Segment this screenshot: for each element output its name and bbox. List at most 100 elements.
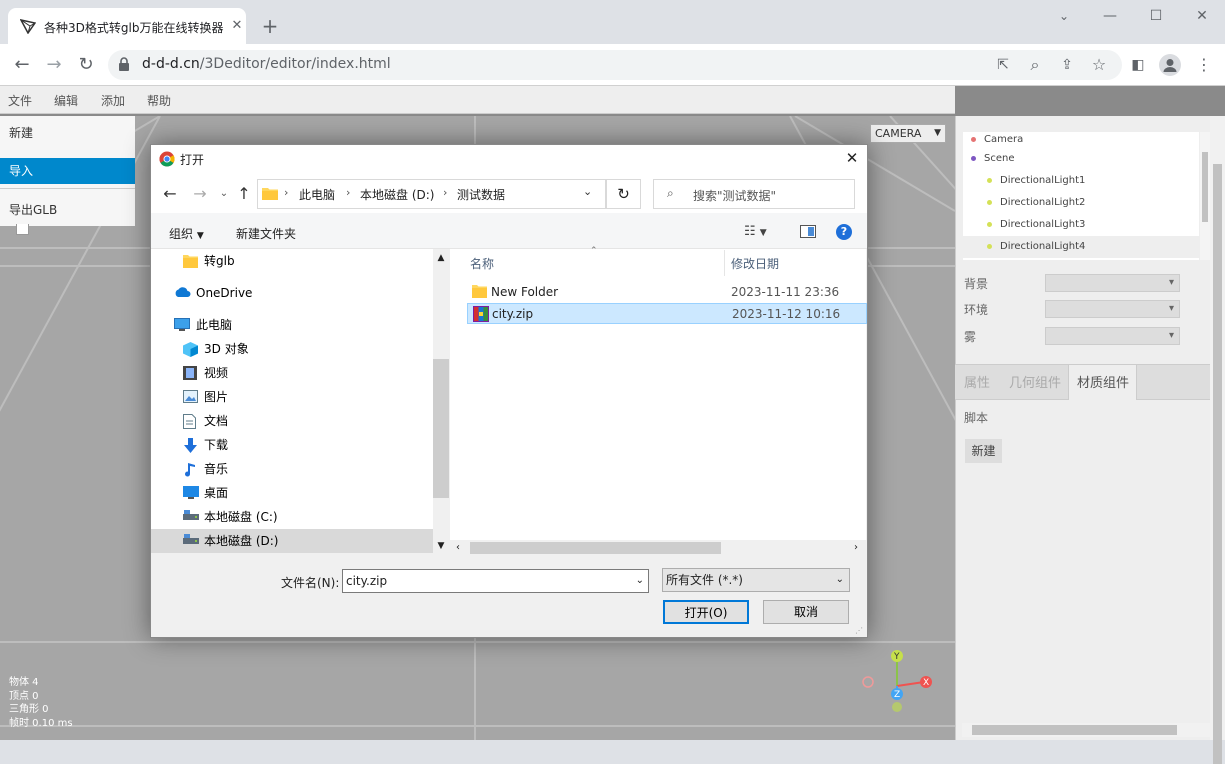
- axis-gizmo-icon[interactable]: Y X Z: [860, 646, 940, 716]
- stat-vertices: 顶点 0: [9, 690, 39, 702]
- file-row[interactable]: city.zip 2023-11-12 10:16: [467, 303, 867, 324]
- dlg-up-icon[interactable]: ↑: [232, 182, 256, 206]
- background-select[interactable]: ▾: [1045, 274, 1180, 292]
- dlg-back-icon[interactable]: ←: [158, 182, 182, 206]
- filename-input[interactable]: city.zip ⌄: [342, 569, 649, 593]
- new-script-button[interactable]: 新建: [965, 439, 1002, 463]
- camera-select[interactable]: CAMERA ▼: [870, 124, 946, 143]
- browser-menu-icon[interactable]: ⋮: [1192, 53, 1216, 77]
- file-row[interactable]: New Folder 2023-11-11 23:36: [467, 282, 867, 303]
- outliner-item-label: Camera: [984, 134, 1024, 145]
- outliner-item[interactable]: DirectionalLight4: [963, 236, 1199, 258]
- nav-item-label: 文档: [204, 414, 229, 428]
- lock-icon[interactable]: [118, 57, 130, 71]
- nav-pane[interactable]: 转glb OneDrive 此电脑 3D 对象 视频 图片文档下载 音乐 桌面 本地磁盘 (C:…: [151, 249, 433, 553]
- close-tab-icon[interactable]: ✕: [225, 14, 249, 38]
- reload-icon[interactable]: ↻: [74, 53, 98, 77]
- nav-item[interactable]: 本地磁盘 (D:): [151, 529, 433, 553]
- scene-outliner[interactable]: Camera Scene DirectionalLight1 DirectionalL…: [963, 132, 1199, 260]
- music-icon: [183, 462, 198, 477]
- dialog-close-icon[interactable]: ✕: [842, 148, 862, 168]
- menu-item-new[interactable]: 新建: [0, 120, 135, 146]
- nav-scrollbar[interactable]: ▲ ▼: [433, 249, 449, 553]
- zoom-icon[interactable]: ⌕: [1023, 53, 1047, 77]
- nav-item[interactable]: OneDrive: [151, 281, 433, 305]
- organize-button[interactable]: 组织 ▼: [169, 225, 204, 242]
- window-close-icon[interactable]: ✕: [1190, 4, 1214, 28]
- outliner-dot-icon: [987, 177, 992, 183]
- col-header-name[interactable]: 名称: [470, 255, 494, 272]
- outliner-item[interactable]: DirectionalLight2: [963, 192, 1199, 214]
- new-folder-button[interactable]: 新建文件夹: [236, 225, 296, 242]
- stat-triangles: 三角形 0: [9, 704, 49, 715]
- outliner-item[interactable]: Camera: [963, 132, 1199, 148]
- outliner-item[interactable]: DirectionalLight3: [963, 214, 1199, 236]
- menu-add[interactable]: 添加: [101, 92, 125, 109]
- path-crumb-drive[interactable]: 本地磁盘 (D:): [360, 186, 434, 203]
- nav-item[interactable]: 3D 对象: [151, 337, 433, 361]
- nav-item[interactable]: 此电脑: [151, 313, 433, 337]
- nav-item[interactable]: 桌面: [151, 481, 433, 505]
- outliner-dot-icon: [971, 155, 976, 161]
- tab-material[interactable]: 材质组件: [1077, 372, 1129, 391]
- filename-label: 文件名(N):: [281, 576, 340, 590]
- open-in-app-icon[interactable]: ⇱: [991, 53, 1015, 77]
- menu-item-import[interactable]: 导入: [0, 158, 135, 184]
- open-button[interactable]: 打开(O): [663, 600, 749, 624]
- environment-select[interactable]: ▾: [1045, 300, 1180, 318]
- drive-icon: [183, 534, 199, 548]
- nav-item[interactable]: 文档: [151, 409, 433, 433]
- fog-select[interactable]: ▾: [1045, 327, 1180, 345]
- outliner-scrollbar[interactable]: [1200, 132, 1210, 260]
- path-dropdown-icon[interactable]: ⌄: [583, 185, 592, 198]
- nav-item-label: OneDrive: [196, 286, 253, 300]
- nav-item[interactable]: 本地磁盘 (C:): [151, 505, 433, 529]
- drive-icon: [183, 510, 199, 524]
- nav-item[interactable]: 下载: [151, 433, 433, 457]
- sort-arrow-icon: ⌃: [590, 246, 598, 256]
- dlg-refresh-icon[interactable]: ↻: [606, 179, 641, 209]
- url-text[interactable]: d-d-d.cn/3Deditor/editor/index.html: [142, 56, 391, 72]
- back-icon[interactable]: ←: [10, 53, 34, 77]
- filetype-select[interactable]: 所有文件 (*.*) ⌄: [662, 568, 850, 592]
- computer-icon: [174, 318, 190, 332]
- help-icon[interactable]: ?: [836, 224, 852, 240]
- menu-help[interactable]: 帮助: [147, 92, 171, 109]
- file-hscrollbar[interactable]: ‹ ›: [450, 540, 866, 557]
- menu-item-export-glb[interactable]: 导出GLB: [0, 197, 135, 223]
- sidebar-scrollbar[interactable]: [1210, 116, 1225, 764]
- outliner-item[interactable]: Scene: [963, 148, 1199, 170]
- nav-item[interactable]: 音乐: [151, 457, 433, 481]
- profile-avatar-icon[interactable]: [1159, 54, 1181, 76]
- nav-item[interactable]: 视频: [151, 361, 433, 385]
- nav-item[interactable]: 图片: [151, 385, 433, 409]
- outliner-dot-icon: [987, 243, 992, 249]
- share-icon[interactable]: ⇪: [1055, 53, 1079, 77]
- outliner-dot-icon: [987, 221, 992, 227]
- path-crumb-pc[interactable]: 此电脑: [299, 186, 335, 203]
- dialog-title: 打开: [180, 153, 205, 167]
- tab-search-icon[interactable]: ⌄: [1052, 4, 1076, 28]
- bookmark-star-icon[interactable]: ☆: [1087, 53, 1111, 77]
- preview-pane-icon[interactable]: [800, 225, 816, 238]
- side-panel-icon[interactable]: ◧: [1126, 53, 1150, 77]
- minimize-icon[interactable]: —: [1098, 4, 1122, 28]
- maximize-icon[interactable]: ☐: [1144, 4, 1168, 28]
- resize-grip-icon[interactable]: ⋰: [855, 626, 863, 635]
- tab-geometry[interactable]: 几何组件: [1009, 372, 1061, 391]
- col-header-modified[interactable]: 修改日期: [731, 255, 779, 272]
- forward-icon[interactable]: →: [42, 53, 66, 77]
- dlg-forward-icon[interactable]: →: [188, 182, 212, 206]
- menu-edit[interactable]: 编辑: [54, 92, 78, 109]
- new-tab-icon[interactable]: +: [258, 14, 282, 38]
- outliner-item[interactable]: DirectionalLight1: [963, 170, 1199, 192]
- menu-file[interactable]: 文件: [8, 92, 32, 109]
- checkbox[interactable]: [16, 224, 29, 235]
- chrome-logo-icon: [159, 151, 175, 167]
- cancel-button[interactable]: 取消: [763, 600, 849, 624]
- path-crumb-folder[interactable]: 测试数据: [457, 186, 505, 203]
- sidebar-hscrollbar[interactable]: [962, 723, 1210, 737]
- view-options-icon[interactable]: ☷ ▼: [744, 224, 767, 239]
- nav-item[interactable]: 转glb: [151, 249, 433, 273]
- tab-properties[interactable]: 属性: [964, 372, 990, 391]
